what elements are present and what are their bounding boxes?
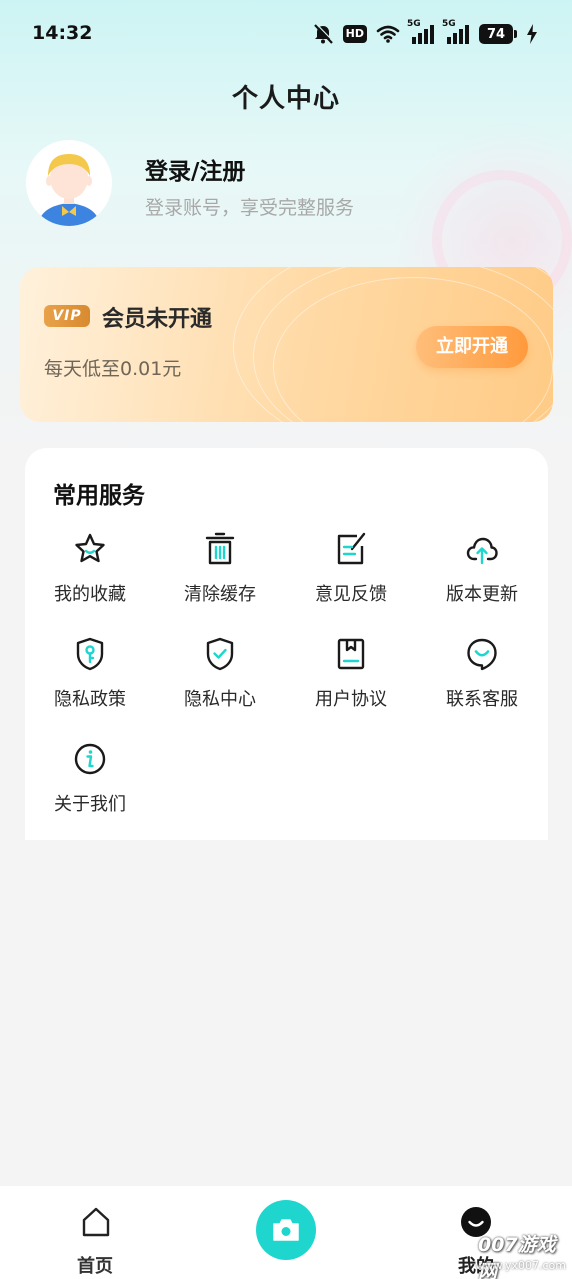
service-label: 清除缓存: [184, 584, 256, 605]
trash-icon: [204, 532, 236, 566]
service-version-update[interactable]: 版本更新: [417, 528, 547, 618]
wifi-icon: [376, 22, 400, 46]
book-icon: [335, 637, 367, 671]
vip-status: 会员未开通: [102, 307, 213, 332]
service-label: 关于我们: [54, 794, 126, 815]
avatar[interactable]: [26, 140, 112, 226]
login-subtitle: 登录账号，享受完整服务: [145, 197, 355, 219]
status-time: 14:32: [32, 22, 93, 44]
status-bar: 14:32 HD 5G 5G 74: [0, 0, 572, 68]
service-label: 用户协议: [315, 689, 387, 710]
info-icon: [74, 742, 106, 776]
vip-badge: VIP: [44, 305, 90, 327]
service-feedback[interactable]: 意见反馈: [286, 528, 416, 618]
service-label: 意见反馈: [315, 584, 387, 605]
watermark-url: www.yx007.com: [475, 1259, 566, 1272]
login-register-link[interactable]: 登录/注册: [145, 152, 245, 186]
signal-5g-icon-2: 5G: [442, 19, 470, 46]
service-label: 隐私政策: [54, 689, 126, 710]
service-label: 版本更新: [446, 584, 518, 605]
service-privacy-center[interactable]: 隐私中心: [155, 633, 285, 723]
nav-home-label: 首页: [77, 1256, 113, 1277]
chat-smile-icon: [466, 637, 498, 671]
charging-bolt-icon: [526, 22, 538, 46]
site-watermark: 007游戏网 www.yx007.com: [475, 1226, 572, 1279]
camera-icon: [272, 1217, 300, 1247]
mute-bell-icon: [312, 22, 334, 46]
service-customer-support[interactable]: 联系客服: [417, 633, 547, 723]
battery-icon: 74: [479, 22, 517, 46]
camera-button[interactable]: [256, 1200, 316, 1260]
status-icons: HD 5G 5G 74: [312, 19, 538, 46]
service-privacy-policy[interactable]: 隐私政策: [25, 633, 155, 723]
shield-check-icon: [204, 637, 236, 671]
service-label: 我的收藏: [54, 584, 126, 605]
page-title: 个人中心: [231, 84, 340, 114]
nav-home[interactable]: 首页: [60, 1206, 130, 1277]
service-label: 隐私中心: [184, 689, 256, 710]
service-user-agreement[interactable]: 用户协议: [286, 633, 416, 723]
services-title: 常用服务: [53, 483, 145, 509]
cloud-upload-icon: [466, 532, 498, 566]
vip-price-text: 每天低至0.01元: [44, 358, 182, 380]
services-card: 常用服务 我的收藏 清除缓存 意见反馈 版本更新 隐私政策 隐私中心 用户协议 …: [25, 448, 548, 840]
signal-5g-icon-1: 5G: [407, 19, 435, 46]
hd-icon: HD: [342, 22, 367, 46]
service-about-us[interactable]: 关于我们: [25, 738, 155, 828]
service-label: 联系客服: [446, 689, 518, 710]
service-clear-cache[interactable]: 清除缓存: [155, 528, 285, 618]
shield-key-icon: [74, 637, 106, 671]
edit-note-icon: [335, 532, 367, 566]
vip-open-button[interactable]: 立即开通: [416, 326, 528, 368]
vip-card[interactable]: VIP 会员未开通 每天低至0.01元 立即开通: [20, 267, 553, 422]
home-icon: [80, 1206, 112, 1242]
star-icon: [74, 532, 106, 566]
service-favorites[interactable]: 我的收藏: [25, 528, 155, 618]
